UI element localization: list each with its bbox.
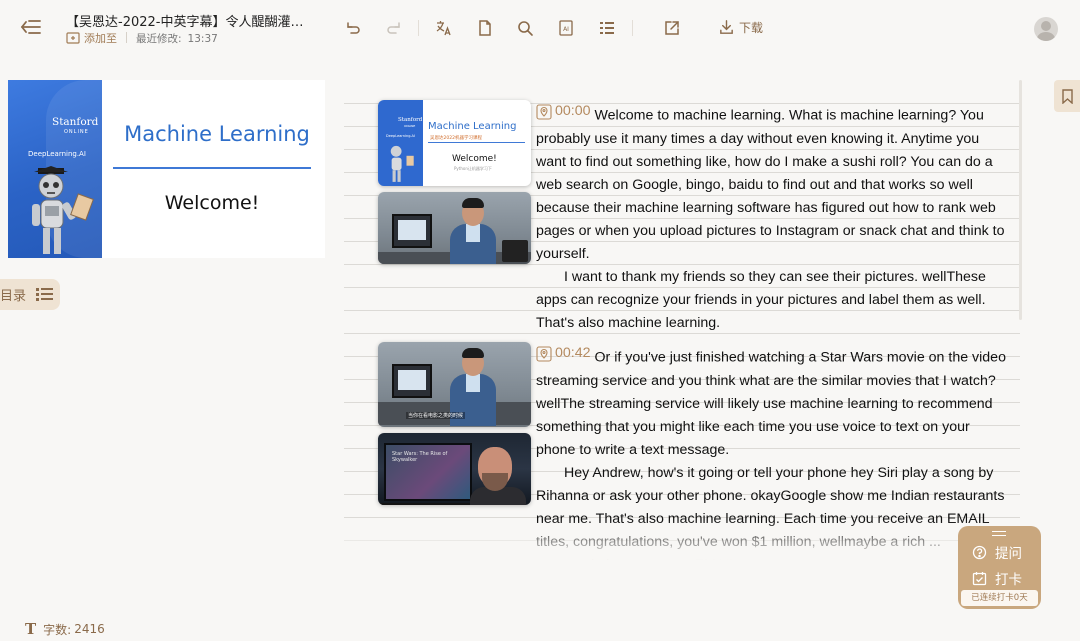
drag-handle[interactable]	[992, 531, 1006, 536]
download-icon	[720, 20, 733, 34]
tv-graphic: Star Wars: The Rise of Skywalker	[384, 443, 472, 501]
video-frame-thumbnail[interactable]: Star Wars: The Rise of Skywalker	[378, 433, 531, 505]
outline-icon[interactable]	[598, 19, 616, 37]
avatar[interactable]	[1034, 17, 1058, 41]
svg-text:AI: AI	[563, 26, 569, 33]
scrollbar[interactable]	[1019, 80, 1022, 320]
search-icon[interactable]	[516, 19, 534, 37]
location-pin-icon	[536, 103, 552, 120]
thumb-brand: DeepLearning.AI	[386, 134, 415, 138]
undo-icon[interactable]	[344, 19, 362, 37]
video-frame-thumbnail[interactable]: 当你在看电影之类的时候	[378, 342, 531, 427]
presenter-shirt	[466, 374, 480, 392]
add-to-label: 添加至	[84, 32, 117, 45]
checkin-label: 打卡	[995, 572, 1022, 588]
divider	[418, 20, 419, 36]
thumb-subtitle: 吴恩达2022机器学习课程	[430, 136, 482, 141]
ask-button[interactable]: 提问	[972, 542, 1022, 562]
video-frame-thumbnail[interactable]	[378, 192, 531, 264]
subtitle-caption: 当你在看电影之类的时候	[406, 412, 466, 419]
presenter-shirt	[466, 224, 480, 242]
question-icon	[972, 545, 987, 559]
thumb-welcome-sub: Python让机器学习下	[454, 166, 492, 171]
cover-title: Machine Learning	[124, 122, 310, 146]
table-of-contents-button[interactable]: 目录	[0, 279, 60, 310]
paragraph: Or if you've just finished watching a St…	[536, 349, 1006, 458]
floating-action-panel: 提问 打卡 已连续打卡0天	[958, 526, 1041, 609]
cover-brand: DeepLearning.AI	[28, 150, 86, 158]
course-cover-image: Stanford ONLINE DeepLearning.AI Machine …	[8, 80, 325, 258]
collapse-back-icon[interactable]	[20, 17, 42, 37]
transcript-area[interactable]: Stanford ONLINE DeepLearning.AI Machine …	[344, 80, 1022, 560]
word-count-label: 字数:	[43, 622, 72, 637]
calendar-check-icon	[972, 571, 987, 585]
toc-label: 目录	[0, 289, 27, 304]
add-to-button[interactable]: 添加至	[66, 30, 117, 46]
paragraph: Welcome to machine learning. What is mac…	[536, 107, 1005, 262]
monitor-graphic	[392, 364, 432, 398]
segment-thumbnails: Stanford ONLINE DeepLearning.AI Machine …	[378, 100, 531, 270]
thumb-rule	[428, 142, 525, 143]
document-title[interactable]: 【吴恩达-2022-中英字幕】令人醍醐灌…	[66, 11, 303, 30]
presenter-hair	[462, 348, 484, 358]
presenter-hair	[462, 198, 484, 208]
timestamp-link[interactable]: 00:00	[536, 100, 591, 123]
word-count: T 字数: 2416	[25, 620, 105, 638]
thumb-title: Machine Learning	[428, 121, 517, 132]
cover-side-panel: Stanford ONLINE DeepLearning.AI	[8, 80, 102, 258]
cover-university: Stanford	[52, 116, 99, 128]
top-bar: 【吴恩达-2022-中英字幕】令人醍醐灌… 添加至 最近修改: 13:37 AI …	[0, 0, 1080, 56]
file-icon[interactable]	[476, 19, 494, 37]
bottom-fade	[344, 520, 1022, 560]
segment-text[interactable]: 00:00 Welcome to machine learning. What …	[536, 100, 1006, 335]
divider	[632, 20, 633, 36]
last-modified-label: 最近修改:	[136, 33, 182, 45]
thumb-welcome: Welcome!	[452, 154, 497, 164]
location-pin-icon	[536, 345, 552, 362]
slide-thumbnail[interactable]: Stanford ONLINE DeepLearning.AI Machine …	[378, 100, 531, 186]
shelf-graphic	[378, 503, 474, 505]
translate-icon[interactable]	[435, 19, 453, 37]
last-modified-time: 13:37	[187, 33, 218, 45]
ask-label: 提问	[995, 546, 1022, 562]
monitor-graphic	[392, 214, 432, 248]
redo-icon[interactable]	[385, 19, 403, 37]
bookmark-icon	[1061, 88, 1073, 104]
divider	[126, 32, 127, 43]
timestamp-label: 00:00	[555, 103, 591, 119]
tablet-graphic	[502, 240, 528, 262]
timestamp-link[interactable]: 00:42	[536, 342, 591, 365]
checkin-button[interactable]: 打卡	[972, 568, 1022, 588]
robot-icon	[390, 145, 414, 182]
list-icon	[36, 288, 54, 301]
thumb-side: Stanford ONLINE DeepLearning.AI	[378, 100, 423, 186]
folder-add-icon	[66, 32, 80, 44]
text-icon: T	[25, 620, 37, 638]
timestamp-label: 00:42	[555, 345, 591, 361]
ai-icon[interactable]: AI	[557, 19, 575, 37]
word-count-value: 2416	[74, 622, 105, 636]
cover-online: ONLINE	[64, 129, 89, 135]
paragraph: I want to thank my friends so they can s…	[536, 268, 986, 331]
segment-thumbnails: 当你在看电影之类的时候 Star Wars: The Rise of Skywa…	[378, 342, 531, 511]
last-modified: 最近修改: 13:37	[136, 31, 218, 46]
robot-icon	[32, 166, 94, 254]
download-button[interactable]: 下载	[718, 19, 763, 36]
bookmark-button[interactable]	[1054, 80, 1080, 112]
cover-rule	[113, 167, 311, 169]
streak-badge: 已连续打卡0天	[961, 590, 1038, 606]
thumb-online: ONLINE	[404, 124, 416, 128]
cover-welcome: Welcome!	[164, 192, 260, 214]
thumb-university: Stanford	[398, 117, 423, 123]
tv-caption: Star Wars: The Rise of Skywalker	[392, 451, 448, 463]
export-icon[interactable]	[663, 19, 681, 37]
download-label: 下载	[739, 21, 764, 35]
